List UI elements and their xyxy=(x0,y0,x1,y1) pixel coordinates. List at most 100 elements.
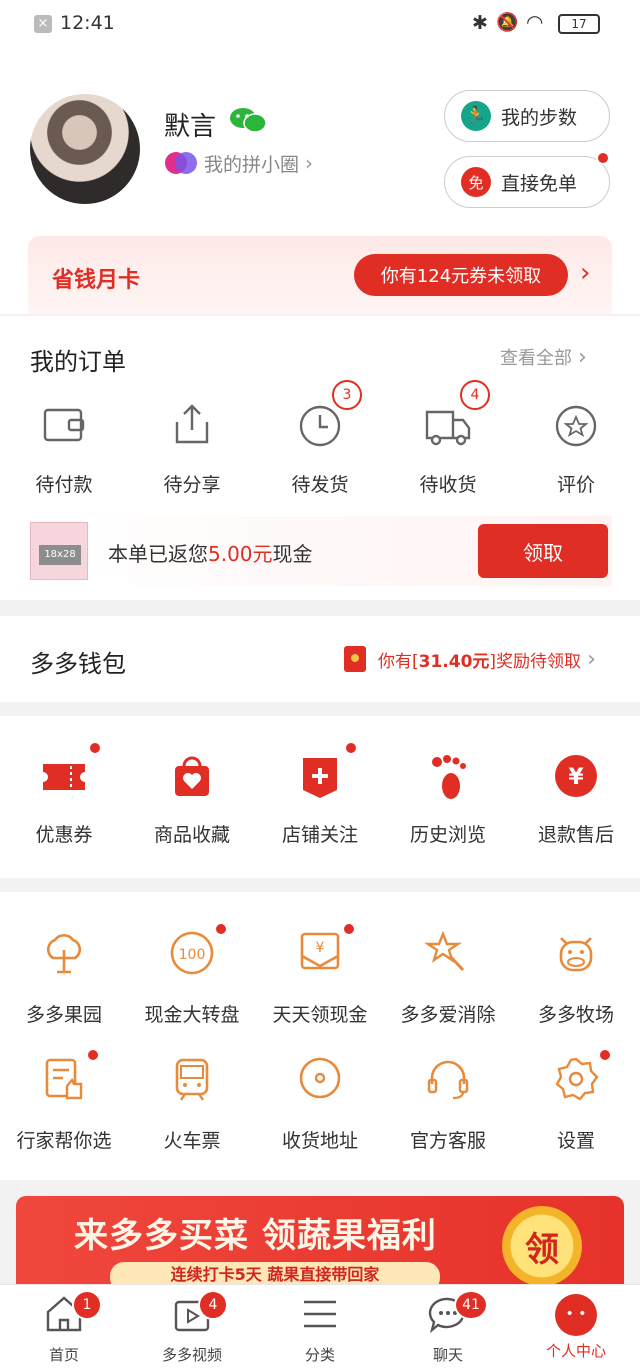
service-settings[interactable]: 设置 xyxy=(516,1054,636,1153)
view-all-orders-link[interactable]: 查看全部 › xyxy=(500,344,587,370)
mute-icon: 🔕 xyxy=(496,12,519,33)
order-review[interactable]: 评价 xyxy=(516,400,636,497)
footprint-icon xyxy=(432,755,466,799)
pending-shipment-badge: 3 xyxy=(332,380,362,410)
service-match-game[interactable]: 多多爱消除 xyxy=(388,928,508,1027)
status-bar: × 12:41 ✱ 🔕 ◠ 17 xyxy=(0,0,640,50)
service-label: 天天领现金 xyxy=(272,1004,368,1026)
expert-pick-dot xyxy=(86,1048,100,1062)
coupon-pill[interactable]: 你有124元券未领取 xyxy=(354,254,568,296)
service-label: 收货地址 xyxy=(281,1130,358,1152)
location-icon xyxy=(299,1057,341,1099)
nav-label: 多多视频 xyxy=(161,1346,222,1364)
notification-icon: × xyxy=(34,15,52,33)
review-icon xyxy=(555,405,597,447)
refund-prefix: 本单已返您 xyxy=(108,542,208,566)
red-envelope-icon xyxy=(344,646,366,672)
cash-wheel-dot xyxy=(214,922,228,936)
service-train-tickets[interactable]: 火车票 xyxy=(132,1054,252,1153)
service-label: 设置 xyxy=(556,1130,595,1152)
nav-categories[interactable]: 分类 xyxy=(270,1294,370,1370)
nav-home-badge: 1 xyxy=(72,1290,102,1320)
shortcut-history[interactable]: 历史浏览 xyxy=(388,752,508,847)
profile-icon: • • xyxy=(555,1294,597,1336)
refund-text: 本单已返您5.00元现金 xyxy=(108,538,313,567)
service-daily-cash[interactable]: ¥ 天天领现金 xyxy=(260,928,380,1027)
nav-label: 首页 xyxy=(48,1346,79,1364)
service-orchard[interactable]: 多多果园 xyxy=(4,928,124,1027)
free-order-label: 直接免单 xyxy=(501,172,578,195)
refund-icon: ¥ xyxy=(555,755,597,797)
wechat-icon xyxy=(228,106,268,134)
service-label: 现金大转盘 xyxy=(144,1004,240,1026)
service-cash-wheel[interactable]: 100 现金大转盘 xyxy=(132,928,252,1027)
shortcut-store-follow[interactable]: 店铺关注 xyxy=(260,752,380,847)
pin-circle-icon xyxy=(165,152,197,174)
avatar[interactable] xyxy=(30,94,140,204)
nav-label: 分类 xyxy=(304,1346,335,1364)
nav-profile[interactable]: • • 个人中心 xyxy=(526,1294,626,1370)
pending-receipt-badge: 4 xyxy=(460,380,490,410)
runner-icon: 🏃 xyxy=(461,101,491,131)
service-addresses[interactable]: 收货地址 xyxy=(260,1054,380,1153)
train-icon xyxy=(175,1058,209,1101)
settings-dot xyxy=(598,1048,612,1062)
pin-circle-link[interactable]: 我的拼小圈 › xyxy=(164,148,313,178)
pin-circle-label: 我的拼小圈 xyxy=(204,153,300,176)
reward-prefix: 你有[ xyxy=(378,651,419,672)
my-steps-button[interactable]: 🏃 我的步数 xyxy=(444,90,610,142)
claim-button[interactable]: 领取 xyxy=(478,524,608,578)
nav-video-badge: 4 xyxy=(198,1290,228,1320)
chevron-right-icon: › xyxy=(580,258,591,288)
wifi-icon: ◠ xyxy=(526,10,544,34)
free-order-button[interactable]: 免 直接免单 xyxy=(444,156,610,208)
order-pending-shipment[interactable]: 待发货 xyxy=(260,400,380,497)
order-pending-receipt[interactable]: 待收货 xyxy=(388,400,508,497)
refund-amount: 5.00元 xyxy=(208,542,273,566)
shortcut-label: 退款售后 xyxy=(537,824,614,846)
service-ranch[interactable]: 多多牧场 xyxy=(516,928,636,1027)
shortcut-favorites[interactable]: 商品收藏 xyxy=(132,752,252,847)
favorite-bag-icon xyxy=(175,756,209,796)
profile-name: 默言 xyxy=(164,112,217,142)
banner-subtitle-text: 连续打卡5天 蔬果直接带回家 xyxy=(170,1265,380,1284)
nav-chat-badge: 41 xyxy=(454,1290,488,1320)
shortcut-coupons[interactable]: 优惠券 xyxy=(4,752,124,847)
service-label: 行家帮你选 xyxy=(16,1130,112,1152)
wallet-title: 多多钱包 xyxy=(30,650,126,678)
refund-suffix: 现金 xyxy=(272,542,313,566)
svg-text:¥: ¥ xyxy=(316,940,325,956)
wallet-reward[interactable]: 你有[31.40元]奖励待领取 › xyxy=(344,646,596,672)
chevron-right-icon: › xyxy=(587,646,596,672)
list-icon xyxy=(304,1300,336,1328)
shortcut-label: 商品收藏 xyxy=(153,824,230,846)
service-expert-pick[interactable]: 行家帮你选 xyxy=(4,1054,124,1153)
svg-text:¥: ¥ xyxy=(568,765,584,790)
free-order-dot xyxy=(596,151,610,165)
product-thumbnail: 18x28 xyxy=(30,522,88,580)
chevron-right-icon: › xyxy=(578,344,587,370)
clock-icon xyxy=(299,405,341,447)
service-label: 多多牧场 xyxy=(537,1004,614,1026)
claim-label: 领取 xyxy=(523,540,563,565)
order-pending-share[interactable]: 待分享 xyxy=(132,400,252,497)
service-label: 火车票 xyxy=(163,1130,221,1152)
refund-strip[interactable]: 18x28 本单已返您5.00元现金 领取 xyxy=(28,516,612,586)
store-follow-dot xyxy=(344,741,358,755)
shortcut-label: 历史浏览 xyxy=(409,824,486,846)
bluetooth-icon: ✱ xyxy=(472,12,488,34)
battery-level: 17 xyxy=(571,17,587,31)
service-customer-support[interactable]: 官方客服 xyxy=(388,1054,508,1153)
reward-suffix: ]奖励待领取 xyxy=(489,651,582,672)
order-label: 待分享 xyxy=(163,474,221,496)
order-label: 评价 xyxy=(556,474,595,496)
banner-title: 来多多买菜 领蔬果福利 xyxy=(74,1216,437,1256)
shortcut-refunds[interactable]: ¥ 退款售后 xyxy=(516,752,636,847)
nav-label: 聊天 xyxy=(432,1346,463,1364)
wheel-icon: 100 xyxy=(170,931,214,975)
order-label: 待收货 xyxy=(419,474,477,496)
order-pending-payment[interactable]: 待付款 xyxy=(4,400,124,497)
settings-icon xyxy=(555,1057,599,1101)
grocery-banner[interactable]: 来多多买菜 领蔬果福利 连续打卡5天 蔬果直接带回家 领 xyxy=(16,1196,624,1288)
savings-card[interactable]: 省钱月卡 你有124元券未领取 › xyxy=(28,236,612,314)
